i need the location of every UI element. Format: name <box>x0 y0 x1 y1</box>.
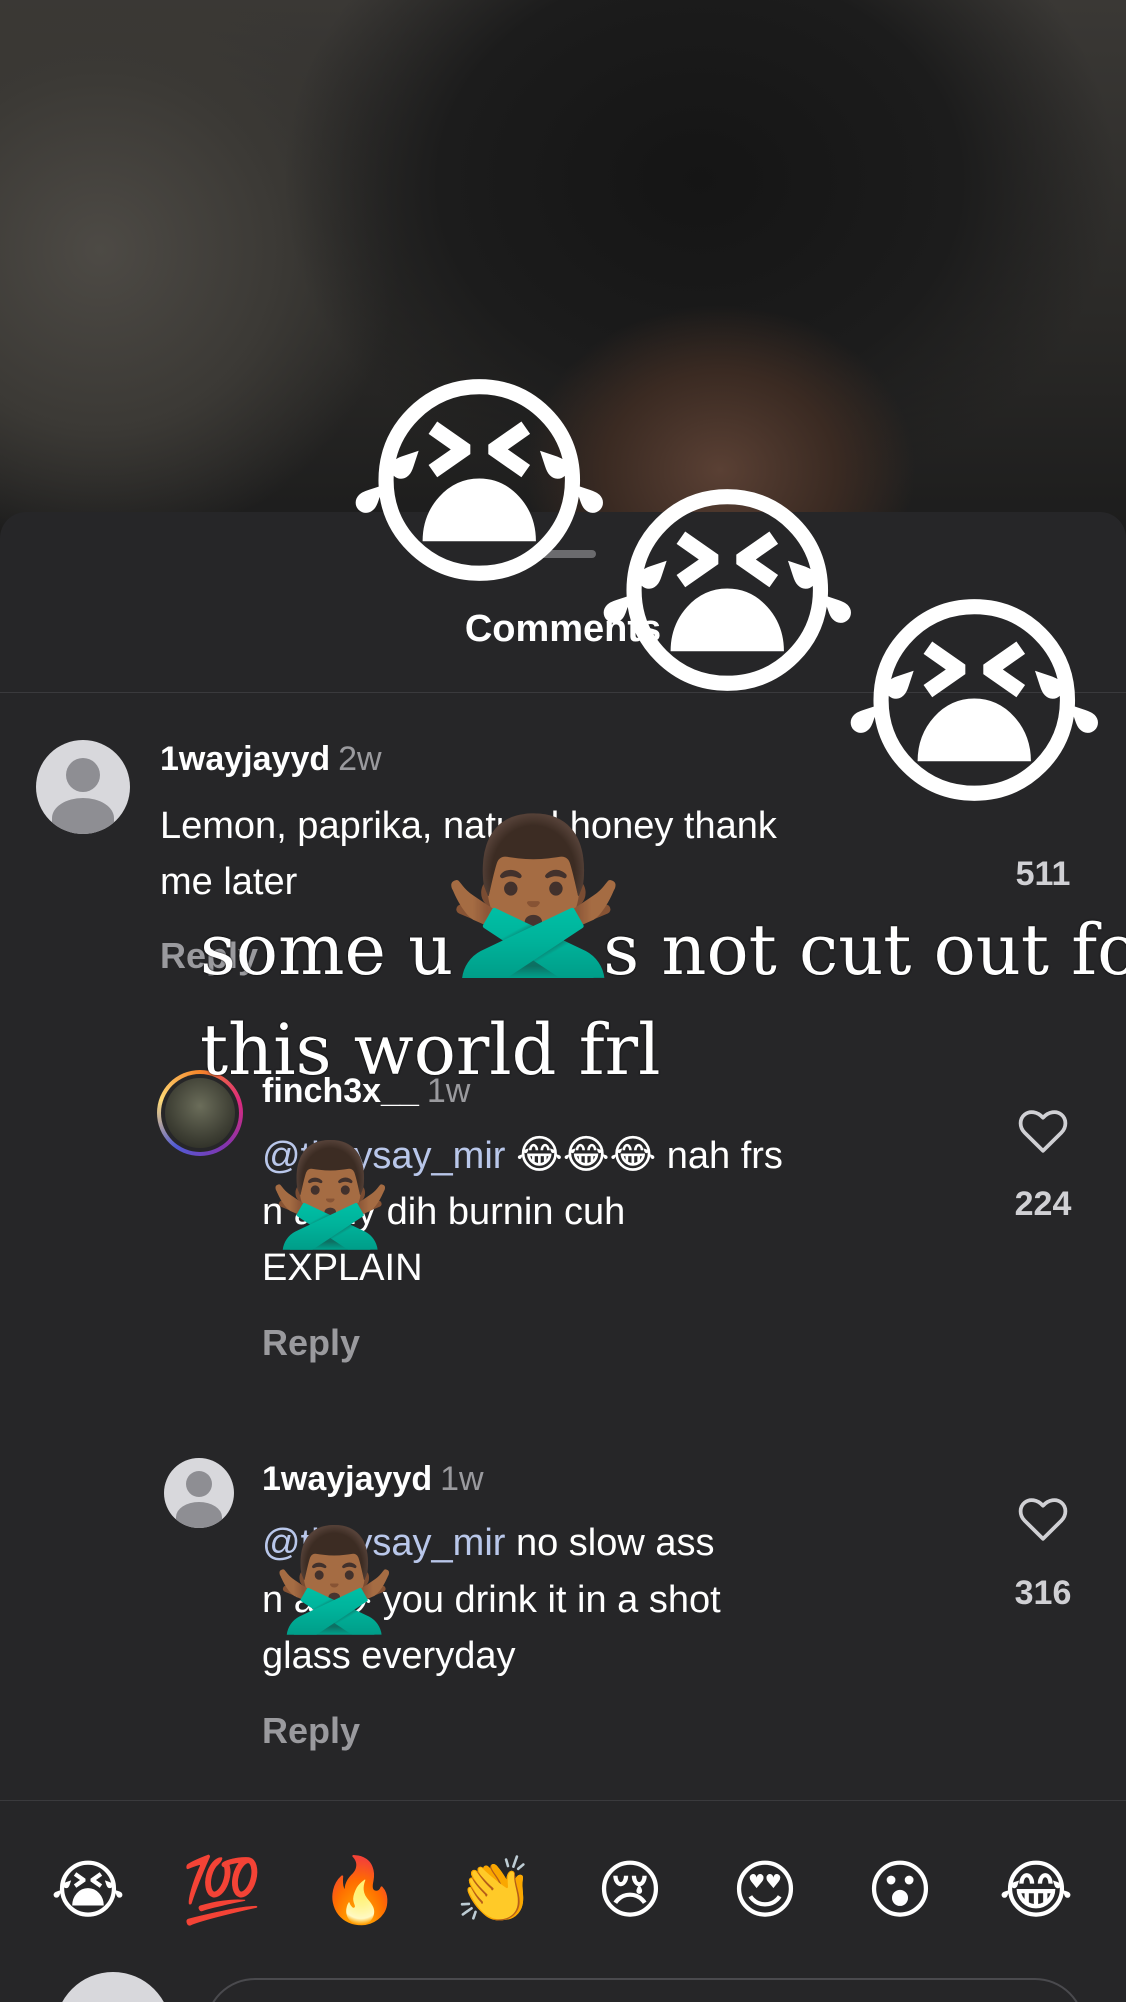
avatar[interactable] <box>164 1458 234 1528</box>
crying-emoji-sticker: 😭 <box>840 576 1109 833</box>
crossed-arms-emoji-sticker: 🙅🏾‍♂️ <box>272 1524 397 1636</box>
heart-icon[interactable] <box>1018 1108 1068 1154</box>
username[interactable]: 1wayjayyd <box>262 1460 432 1498</box>
crying-emoji-sticker: 😭 <box>345 356 614 613</box>
divider <box>0 1800 1126 1801</box>
comment-input[interactable] <box>205 1978 1085 2002</box>
timestamp: 2w <box>338 740 382 778</box>
like-count: 511 <box>1015 855 1071 893</box>
quick-emoji-crying[interactable]: 😭 <box>48 1850 128 1930</box>
quick-emoji-surprised[interactable]: 😮 <box>860 1850 940 1930</box>
crossed-arms-emoji-sticker: 🙅🏾‍♂️ <box>440 811 627 979</box>
reply-button[interactable]: Reply <box>262 1710 360 1752</box>
quick-emoji-heart-eyes[interactable]: 😍 <box>725 1850 805 1930</box>
quick-emoji-100[interactable]: 💯 <box>182 1850 262 1930</box>
crossed-arms-emoji-sticker: 🙅🏾‍♂️ <box>268 1139 393 1251</box>
reply-button[interactable]: Reply <box>262 1322 360 1364</box>
timestamp: 1w <box>440 1460 484 1498</box>
quick-emoji-clap[interactable]: 👏 <box>455 1850 535 1930</box>
overlay-caption: some us not cut out for this world frl <box>200 909 1126 1091</box>
heart-icon[interactable] <box>1018 1496 1068 1542</box>
laughing-emoji: 😂😂😂 <box>515 1133 657 1177</box>
like-count: 316 <box>1014 1574 1072 1612</box>
quick-emoji-sad[interactable]: 😢 <box>590 1850 670 1930</box>
like-count: 224 <box>1014 1185 1072 1223</box>
quick-emoji-fire[interactable]: 🔥 <box>320 1850 400 1930</box>
comment-meta: 1wayjayyd 2w <box>160 740 382 779</box>
username[interactable]: 1wayjayyd <box>160 740 330 778</box>
quick-emoji-laughing[interactable]: 😂 <box>996 1850 1076 1930</box>
comment-meta: 1wayjayyd 1w <box>262 1460 484 1499</box>
crying-emoji-sticker: 😭 <box>593 466 862 723</box>
avatar[interactable] <box>36 740 130 834</box>
